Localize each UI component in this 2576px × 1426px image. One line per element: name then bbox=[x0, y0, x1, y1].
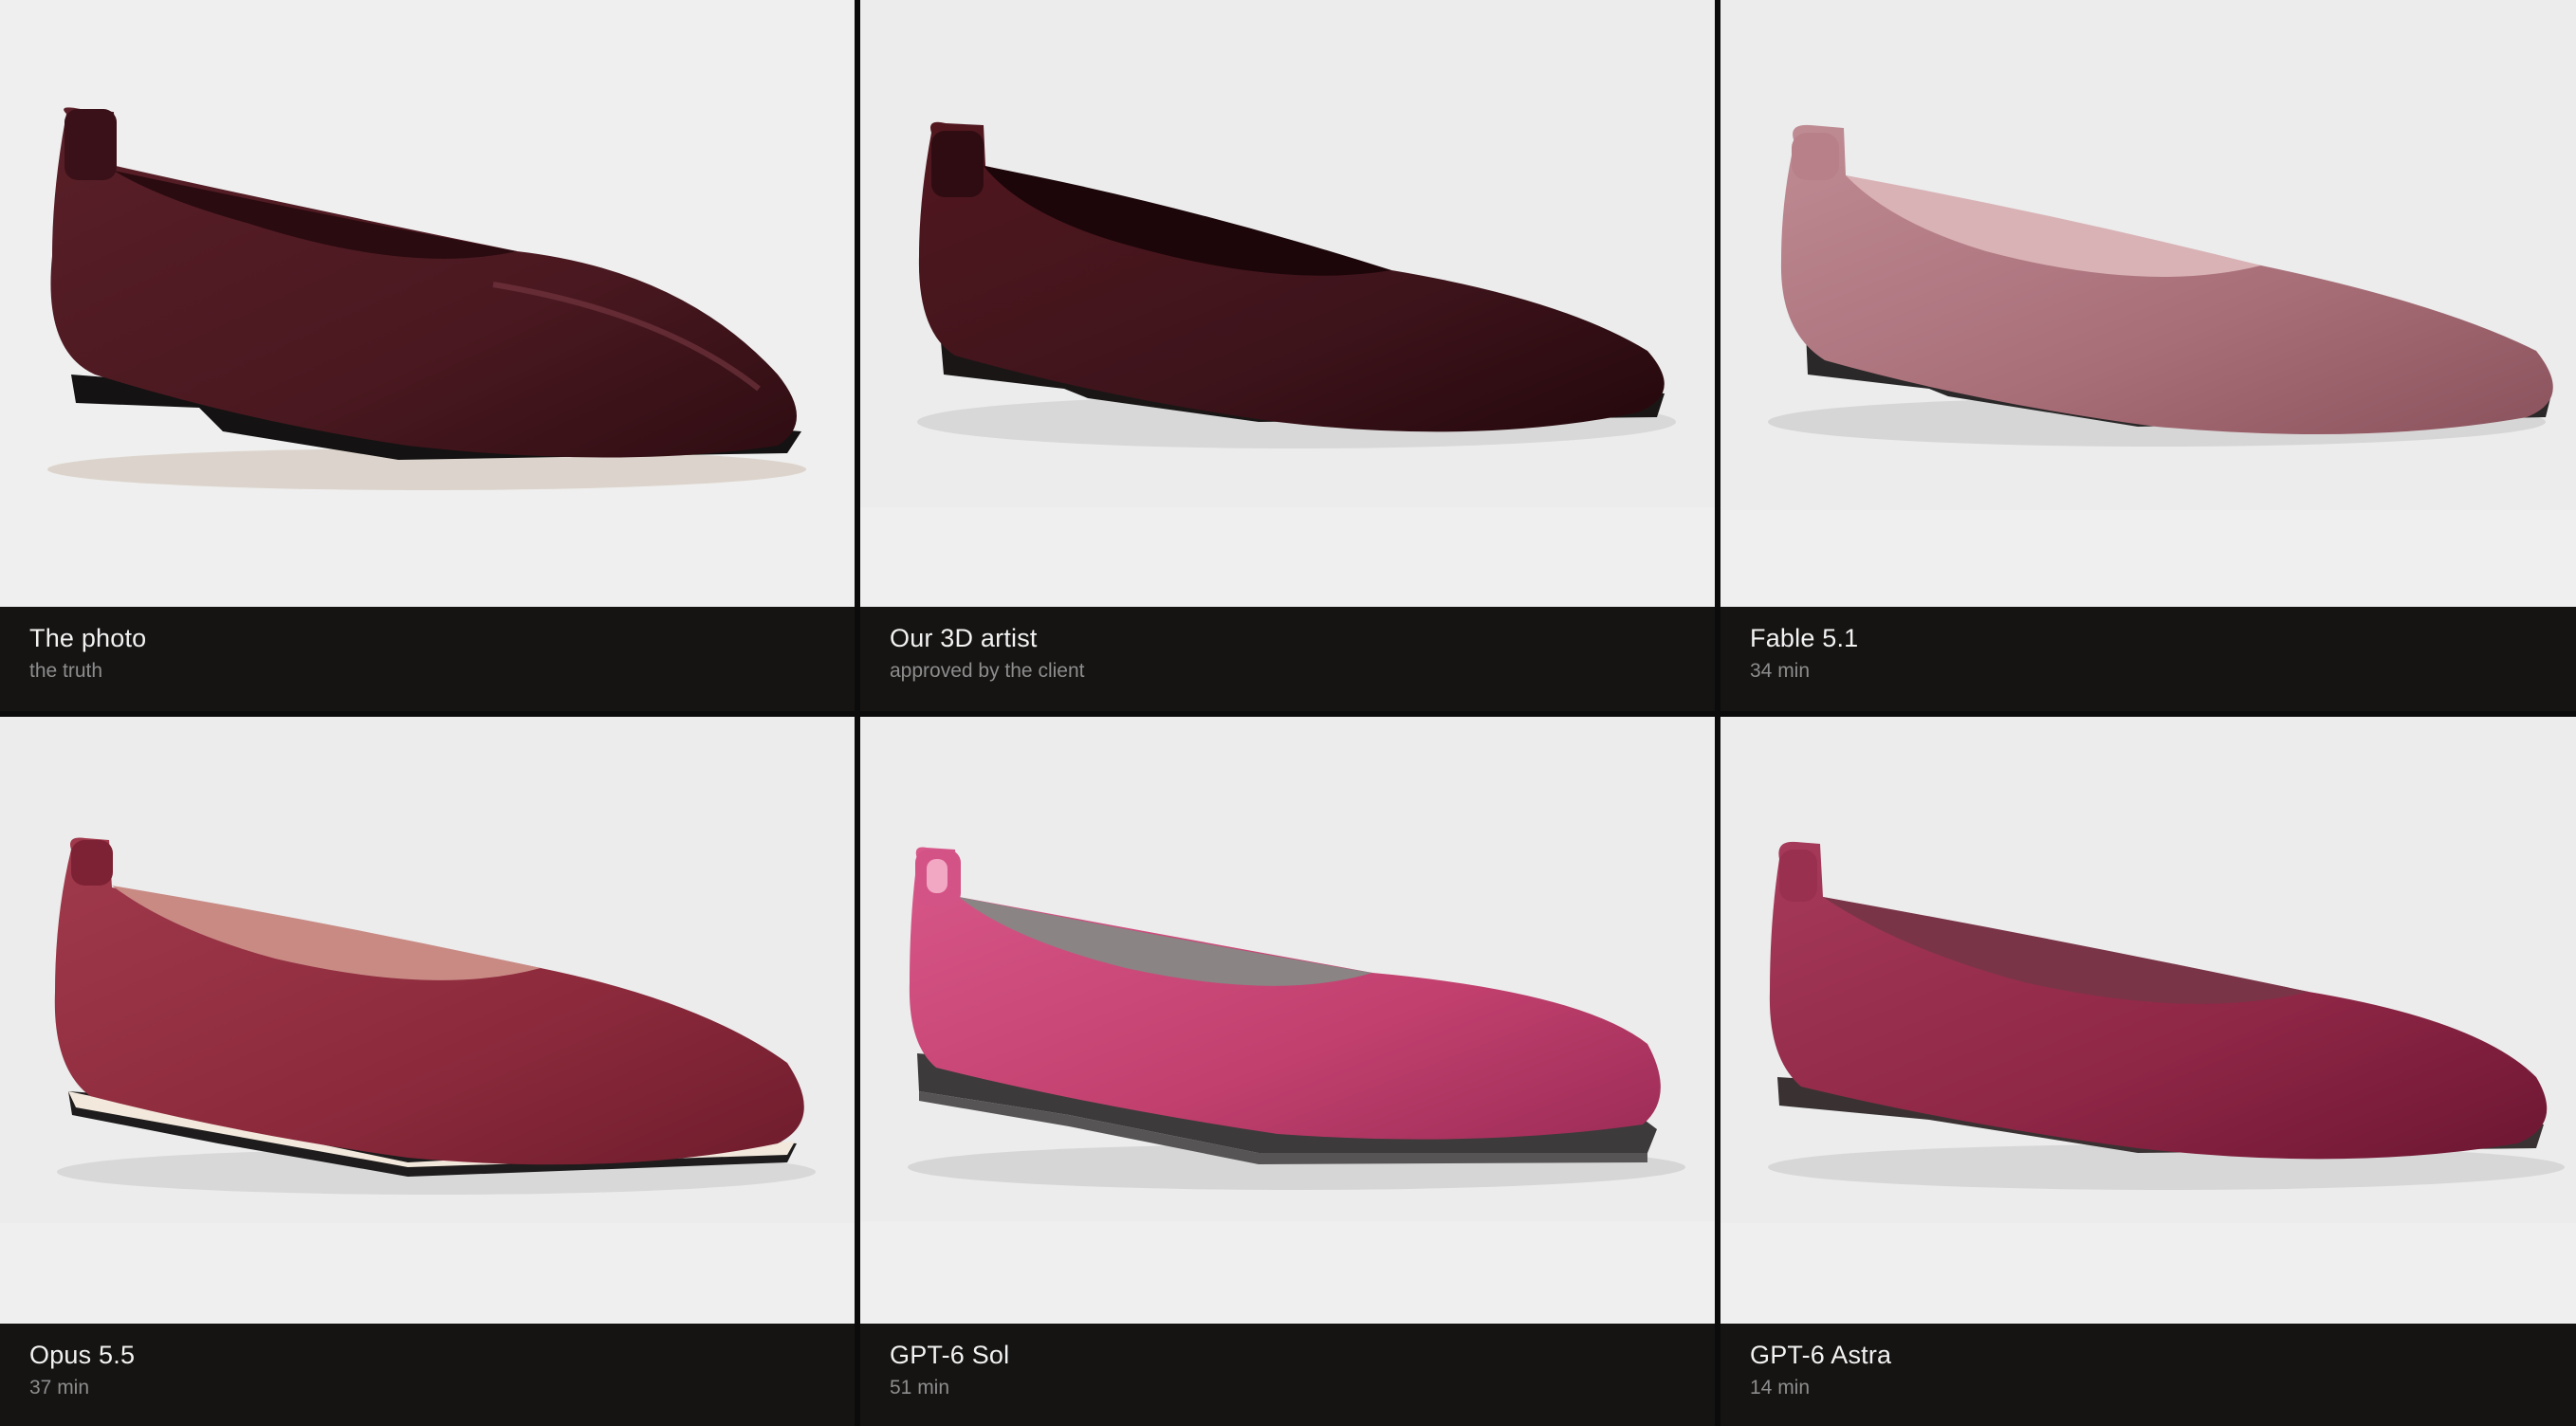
panel-title: The photo bbox=[29, 624, 147, 652]
shoe-image bbox=[0, 0, 855, 607]
panel-subtitle: 14 min bbox=[1750, 1377, 1811, 1399]
panel-caption: The photo the truth bbox=[0, 607, 855, 711]
panel-subtitle: the truth bbox=[29, 660, 103, 682]
shoe-image bbox=[860, 717, 1715, 1324]
panel-subtitle: approved by the client bbox=[890, 660, 1085, 682]
panel-caption: GPT-6 Sol 51 min bbox=[860, 1324, 1715, 1426]
panel-fable-5-1: Fable 5.1 34 min bbox=[1720, 0, 2576, 711]
panel-title: GPT-6 Astra bbox=[1750, 1341, 1892, 1369]
panel-title: Opus 5.5 bbox=[29, 1341, 136, 1369]
panel-the-photo: The photo the truth bbox=[0, 0, 855, 711]
panel-gpt-6-sol: GPT-6 Sol 51 min bbox=[860, 717, 1715, 1426]
comparison-grid: The photo the truth Our 3D artist approv… bbox=[0, 0, 2576, 1426]
panel-caption: Opus 5.5 37 min bbox=[0, 1324, 855, 1426]
panel-opus-5-5: Opus 5.5 37 min bbox=[0, 717, 855, 1426]
panel-title: GPT-6 Sol bbox=[890, 1341, 1010, 1369]
shoe-image bbox=[0, 717, 855, 1324]
panel-caption: GPT-6 Astra 14 min bbox=[1720, 1324, 2576, 1426]
panel-title: Fable 5.1 bbox=[1750, 624, 1859, 652]
panel-gpt-6-astra: GPT-6 Astra 14 min bbox=[1720, 717, 2576, 1426]
panel-subtitle: 51 min bbox=[890, 1377, 950, 1399]
panel-title: Our 3D artist bbox=[890, 624, 1038, 652]
panel-subtitle: 34 min bbox=[1750, 660, 1811, 682]
panel-our-3d-artist: Our 3D artist approved by the client bbox=[860, 0, 1715, 711]
panel-subtitle: 37 min bbox=[29, 1377, 90, 1399]
shoe-image bbox=[860, 0, 1715, 607]
panel-caption: Fable 5.1 34 min bbox=[1720, 607, 2576, 711]
shoe-image bbox=[1720, 717, 2576, 1324]
shoe-image bbox=[1720, 0, 2576, 607]
panel-caption: Our 3D artist approved by the client bbox=[860, 607, 1715, 711]
